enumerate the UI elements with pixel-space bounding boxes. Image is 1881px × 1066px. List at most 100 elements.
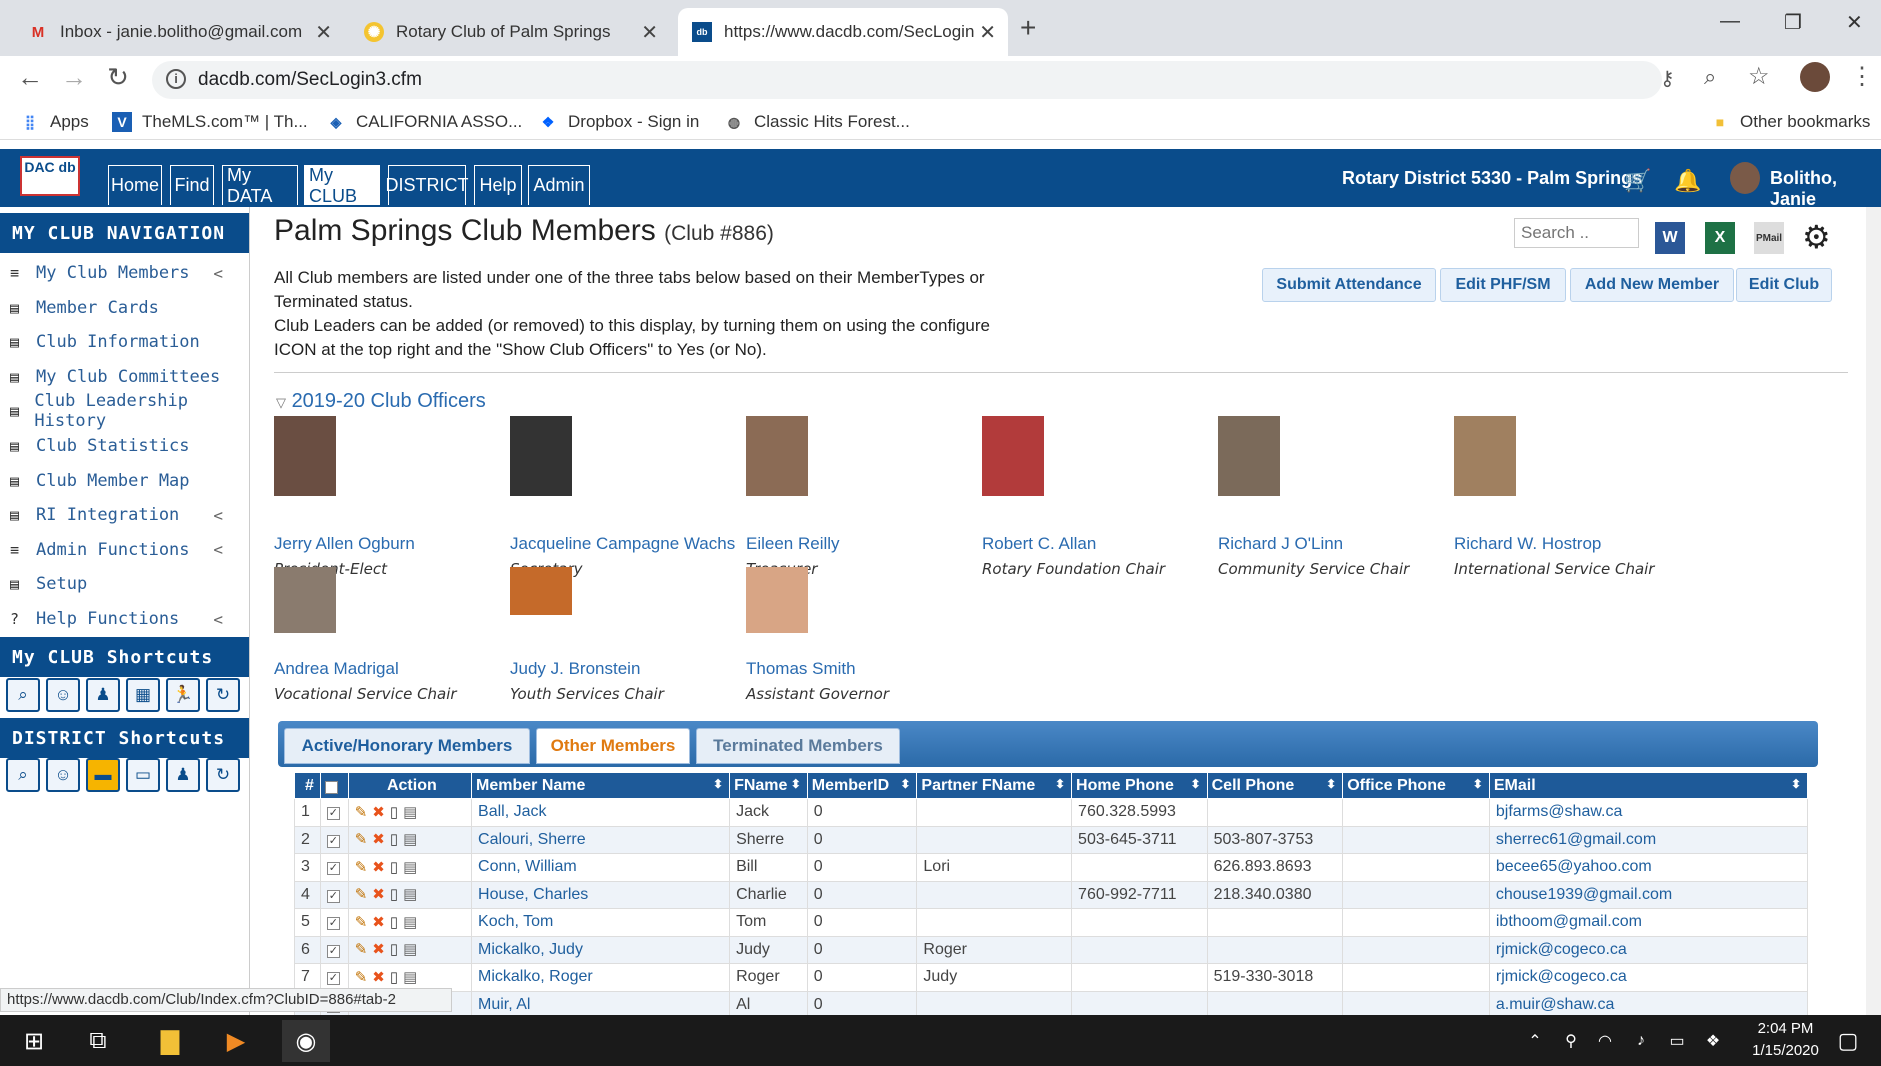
edit-pencil-icon[interactable]: ✎ [355, 830, 368, 848]
media-app-icon[interactable]: ▶ [212, 1020, 260, 1062]
calendar-grid-icon[interactable]: ▦ [126, 678, 160, 712]
officer-card[interactable]: Richard W. Hostrop International Service … [1454, 416, 1684, 578]
member-name[interactable]: Conn, William [471, 853, 731, 882]
officer-name[interactable]: Eileen Reilly [746, 534, 976, 554]
column-header[interactable]: EMail ⬍ [1488, 772, 1809, 799]
sidebar-item[interactable]: ≡ My Club Members < [0, 256, 249, 290]
table-row[interactable]: 1 ✓ ✎ ✖ ▯ ▤ Ball, Jack Jack 0 760.328.5993 bjfarms… [294, 798, 1809, 827]
officer-card[interactable]: Jacqueline Campagne WachsSecretary [510, 416, 740, 578]
row-checkbox[interactable]: ✓ [326, 834, 340, 848]
officers-section-title[interactable]: ▽ 2019-20 Club Officers [276, 390, 486, 413]
edit-pencil-icon[interactable]: ✎ [355, 940, 368, 958]
bookmark-themls[interactable]: V TheMLS.com™ | Th... [112, 110, 308, 134]
excel-export-icon[interactable]: X [1705, 222, 1735, 254]
sidebar-item[interactable]: ? Help Functions < [0, 602, 249, 636]
menu-home[interactable]: Home [108, 165, 162, 205]
people-icon[interactable]: ☺ [46, 758, 80, 792]
restore-icon[interactable]: ❐ [1784, 10, 1802, 35]
contact-card-icon[interactable]: ▤ [403, 858, 417, 876]
zoom-icon[interactable]: ⌕ [1704, 64, 1716, 90]
column-header[interactable]: Cell Phone ⬍ [1206, 772, 1344, 799]
bell-icon[interactable]: 🔔 [1674, 168, 1701, 194]
browser-tab-dacdb[interactable]: db https://www.dacdb.com/SecLogin ✕ [678, 8, 1008, 56]
email[interactable]: rjmick@cogeco.ca [1488, 935, 1809, 964]
bookmark-california[interactable]: ◈ CALIFORNIA ASSO... [326, 110, 523, 134]
chevron-left-icon[interactable]: < [213, 264, 223, 283]
delete-x-icon[interactable]: ✖ [372, 885, 385, 903]
search-member-icon[interactable]: ⌕ [6, 758, 40, 792]
officer-name[interactable]: Judy J. Bronstein [510, 659, 740, 679]
table-row[interactable]: 3 ✓ ✎ ✖ ▯ ▤ Conn, William Bill 0 Lori 626.893.8693… [294, 853, 1809, 882]
sort-icon[interactable]: ⬍ [900, 777, 910, 791]
sidebar-item[interactable]: ▤ Club Information [0, 325, 249, 359]
contact-card-icon[interactable]: ▤ [403, 913, 417, 931]
volume-icon[interactable]: ♪ [1626, 1020, 1656, 1062]
officer-name[interactable]: Jacqueline Campagne Wachs [510, 534, 740, 554]
delete-x-icon[interactable]: ✖ [372, 858, 385, 876]
email[interactable]: ibthoom@gmail.com [1488, 908, 1809, 937]
new-tab-icon[interactable]: + [1020, 12, 1036, 44]
chevron-left-icon[interactable]: < [213, 506, 223, 525]
officer-photo[interactable] [982, 416, 1044, 496]
mobile-icon[interactable]: ▯ [390, 913, 398, 931]
member-name[interactable]: Calouri, Sherre [471, 825, 731, 854]
member-name[interactable]: Mickalko, Judy [471, 935, 731, 964]
key-icon[interactable]: ⚷ [1660, 66, 1675, 91]
contact-card-icon[interactable]: ▤ [403, 885, 417, 903]
email[interactable]: sherrec61@gmail.com [1488, 825, 1809, 854]
officer-photo[interactable] [274, 567, 336, 633]
tab-other-members[interactable]: Other Members [536, 728, 690, 764]
sidebar-item[interactable]: ▤ My Club Committees [0, 360, 249, 394]
edit-pencil-icon[interactable]: ✎ [355, 913, 368, 931]
edit-pencil-icon[interactable]: ✎ [355, 803, 368, 821]
search-member-icon[interactable]: ⌕ [6, 678, 40, 712]
close-icon[interactable]: ✕ [315, 20, 332, 45]
officer-card[interactable]: Eileen ReillyTreasurer [746, 416, 976, 578]
windows-start-icon[interactable]: ⊞ [10, 1020, 58, 1062]
officer-card[interactable]: Richard J O'Linn Community Service Chair [1218, 416, 1448, 578]
officer-card[interactable]: Andrea Madrigal Vocational Service Chair [274, 567, 504, 703]
forward-icon[interactable]: → [56, 62, 92, 93]
officer-photo[interactable] [1454, 416, 1516, 496]
column-header[interactable]: FName ⬍ [729, 772, 808, 799]
bookmark-other[interactable]: ■ Other bookmarks [1710, 110, 1871, 134]
delete-x-icon[interactable]: ✖ [372, 968, 385, 986]
select-all-checkbox[interactable]: ✓ [324, 780, 338, 794]
window-close-icon[interactable]: ✕ [1846, 10, 1863, 35]
sidebar-item[interactable]: ▤ Club Member Map [0, 464, 249, 498]
sidebar-item[interactable]: ≡ Admin Functions < [0, 533, 249, 567]
officer-photo[interactable] [1218, 416, 1280, 496]
submit-attendance-button[interactable]: Submit Attendance [1262, 268, 1436, 302]
officer-name[interactable]: Robert C. Allan [982, 534, 1212, 554]
menu-icon[interactable]: ⋮ [1850, 62, 1874, 91]
user-name[interactable]: Bolitho, Janie [1770, 168, 1881, 210]
sort-icon[interactable]: ⬍ [1326, 777, 1336, 791]
column-header[interactable]: Office Phone ⬍ [1342, 772, 1490, 799]
mobile-icon[interactable]: ▯ [390, 885, 398, 903]
menu-admin[interactable]: Admin [528, 165, 590, 205]
wifi-icon[interactable]: ◠ [1590, 1020, 1620, 1062]
edit-phf-button[interactable]: Edit PHF/SM [1440, 268, 1566, 302]
row-checkbox[interactable]: ✓ [326, 807, 340, 821]
edit-pencil-icon[interactable]: ✎ [355, 858, 368, 876]
table-row[interactable]: 2 ✓ ✎ ✖ ▯ ▤ Calouri, Sherre Sherre 0 503-645-3711… [294, 825, 1809, 854]
profile-avatar[interactable] [1800, 62, 1830, 92]
word-export-icon[interactable]: W [1655, 222, 1685, 254]
member-name[interactable]: Ball, Jack [471, 798, 731, 827]
delete-x-icon[interactable]: ✖ [372, 913, 385, 931]
mobile-icon[interactable]: ▯ [390, 858, 398, 876]
refresh-icon[interactable]: ↻ [206, 758, 240, 792]
sort-icon[interactable]: ⬍ [1055, 777, 1065, 791]
officer-name[interactable]: Thomas Smith [746, 659, 976, 679]
row-checkbox[interactable]: ✓ [326, 862, 340, 876]
folder-icon[interactable]: ▬ [86, 758, 120, 792]
table-row[interactable]: 7 ✓ ✎ ✖ ▯ ▤ Mickalko, Roger Roger 0 Judy 519-330-3… [294, 963, 1809, 992]
email[interactable]: bjfarms@shaw.ca [1488, 798, 1809, 827]
row-checkbox[interactable]: ✓ [326, 889, 340, 903]
close-icon[interactable]: ✕ [979, 20, 996, 45]
file-explorer-icon[interactable]: ▇ [146, 1020, 194, 1062]
close-icon[interactable]: ✕ [641, 20, 658, 45]
delete-x-icon[interactable]: ✖ [372, 940, 385, 958]
officer-card[interactable]: Thomas Smith Assistant Governor [746, 567, 976, 703]
task-view-icon[interactable]: ⧉ [74, 1020, 122, 1062]
